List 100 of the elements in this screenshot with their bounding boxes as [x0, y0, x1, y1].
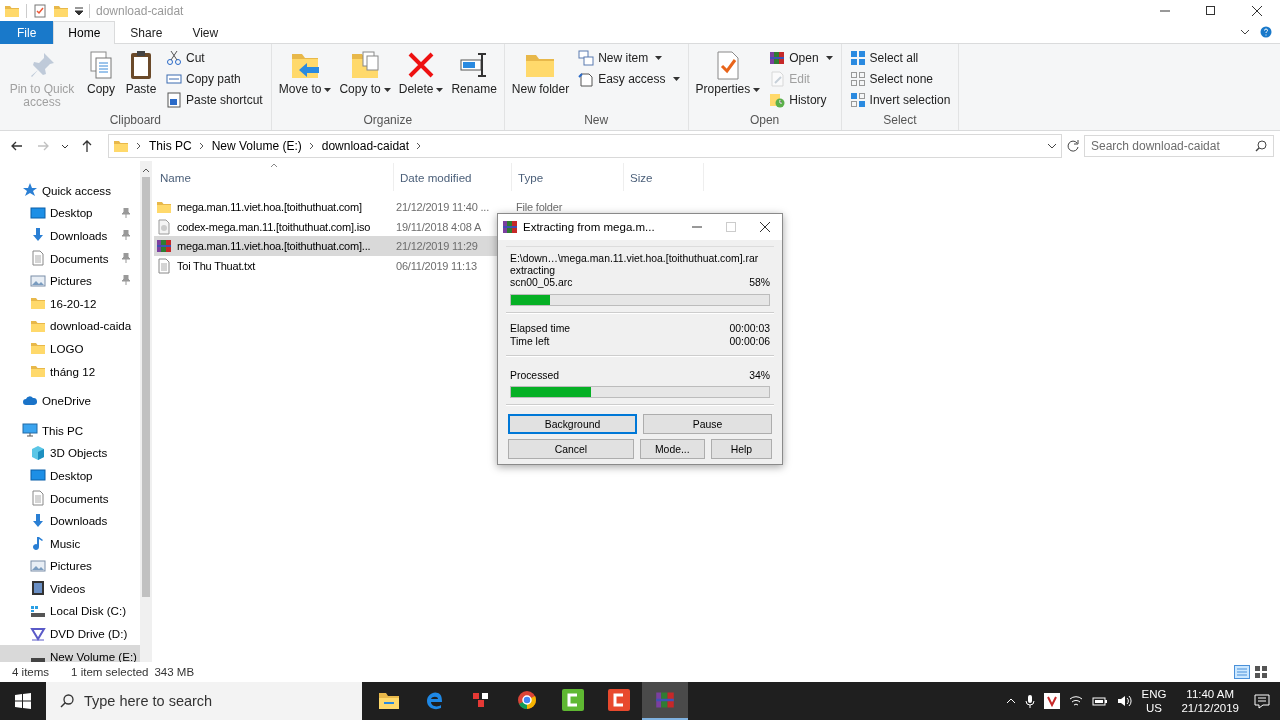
taskbar-search-field[interactable]: Type here to search [46, 682, 362, 720]
ribbon-button[interactable]: Paste [122, 47, 160, 112]
sidebar-item[interactable]: Downloads [0, 509, 140, 532]
maximize-icon [726, 222, 736, 232]
document-icon [30, 490, 46, 506]
ribbon-button[interactable]: Rename [448, 47, 500, 112]
date-modified: 06/11/2019 11:13 [396, 259, 477, 272]
sidebar-item[interactable]: Pictures [0, 554, 140, 578]
sidebar-item[interactable]: Quick access [0, 179, 140, 202]
ribbon-button[interactable]: Copy to [336, 47, 394, 112]
sidebar-item[interactable]: DVD Drive (D:) [0, 622, 140, 645]
group-label: Select [882, 112, 918, 129]
dialog-button[interactable]: Help [710, 439, 772, 459]
close-icon [760, 222, 770, 232]
column-header[interactable]: Size [624, 163, 704, 191]
c-logo-icon [562, 689, 584, 711]
ribbon-button[interactable]: Delete [395, 47, 447, 112]
sidebar-item[interactable]: Music [0, 531, 140, 555]
sidebar-item[interactable]: 16-20-12 [0, 291, 140, 315]
sidebar-item[interactable]: Videos [0, 577, 140, 600]
file-name: mega.man.11.viet.hoa.[toithuthuat.com]... [177, 240, 371, 253]
window-title: download-caidat [96, 3, 184, 18]
file-row[interactable]: mega.man.11.viet.hoa.[toithuthuat.com] 21/12/2019 11:40 ... File folder [154, 197, 754, 217]
scrollbar-thumb[interactable] [142, 177, 150, 597]
date-modified: 19/11/2018 4:08 A [396, 220, 482, 233]
sidebar-item[interactable]: Desktop [0, 201, 140, 225]
sidebar-item[interactable]: Documents [0, 246, 140, 270]
drive-icon [30, 603, 46, 619]
invert-selection-icon [849, 91, 866, 108]
dialog-button[interactable]: Background [508, 414, 637, 434]
maximize-icon [1206, 5, 1216, 16]
ribbon-button[interactable]: Copy [82, 47, 120, 112]
ribbon-tab[interactable]: Home [53, 21, 116, 44]
ribbon-button[interactable]: Invert selection [845, 89, 955, 110]
time-label: Elapsed time [510, 322, 571, 335]
close-icon [1252, 5, 1262, 16]
help-icon [1260, 26, 1272, 38]
ribbon-button[interactable]: Open [765, 47, 837, 68]
ribbon-button[interactable]: Move to [275, 47, 335, 112]
ribbon-button[interactable]: Select all [845, 47, 955, 68]
dialog-button[interactable]: Cancel [508, 439, 634, 459]
breadcrumb-item[interactable]: This PC [149, 139, 192, 153]
dialog-title: Extracting from mega.m... [523, 221, 656, 233]
ribbon-tab[interactable]: File [0, 21, 54, 44]
file-name: codex-mega.man.11.[toithuthuat.com].iso [177, 220, 371, 233]
folder-icon [378, 690, 400, 710]
date-modified: 21/12/2019 11:40 ... [396, 200, 490, 213]
ribbon-button[interactable]: Paste shortcut [162, 89, 267, 110]
time-label: Time left [510, 336, 550, 349]
ribbon-button[interactable]: Properties [692, 47, 764, 112]
details-view-icon [1234, 665, 1250, 679]
sidebar-item[interactable]: This PC [0, 418, 140, 442]
address-bar[interactable]: This PC New Volume (E:) download-caidat [108, 134, 1062, 158]
dialog-button[interactable]: Mode... [639, 439, 705, 459]
sidebar-item[interactable]: Downloads [0, 224, 140, 247]
ribbon-button[interactable]: Cut [162, 47, 267, 68]
ribbon-button[interactable]: Easy access [574, 68, 684, 89]
dialog-button[interactable]: Pause [643, 414, 772, 434]
folder-icon [30, 340, 46, 357]
show-hidden-icons-icon [1005, 697, 1016, 705]
sidebar-item[interactable]: Documents [0, 486, 140, 510]
wifi-icon [1068, 695, 1083, 707]
sidebar-item[interactable]: 3D Objects [0, 441, 140, 465]
column-header[interactable]: Name [154, 163, 394, 191]
time-value: 00:00:03 [729, 322, 770, 335]
shortcut-icon [166, 91, 182, 108]
search-field[interactable]: Search download-caidat [1084, 135, 1274, 157]
sidebar-item[interactable]: Desktop [0, 464, 140, 487]
breadcrumb-item[interactable]: download-caidat [321, 139, 410, 153]
sidebar-item[interactable]: Local Disk (C:) [0, 599, 140, 623]
c-logo-icon [608, 689, 630, 711]
disc-file-icon [156, 218, 172, 235]
speaker-icon [1116, 694, 1133, 708]
ribbon-button[interactable]: New item [574, 47, 684, 68]
ribbon-button[interactable]: Copy path [162, 68, 267, 89]
pin-icon [121, 252, 130, 263]
ribbon-button[interactable]: Select none [845, 68, 955, 89]
battery-icon [1091, 696, 1108, 706]
pin-icon [121, 207, 130, 218]
ribbon-button[interactable]: New folder [508, 47, 573, 112]
sidebar-item[interactable]: LOGO [0, 337, 140, 360]
large-icons-view-icon [1254, 665, 1268, 679]
column-header[interactable]: Type [512, 163, 624, 191]
breadcrumb-item[interactable]: New Volume (E:) [211, 139, 302, 153]
sidebar-item[interactable]: tháng 12 [0, 359, 140, 383]
sidebar-item[interactable]: OneDrive [0, 389, 140, 412]
caret-icon [825, 55, 833, 60]
ribbon-tab[interactable]: View [177, 21, 234, 44]
ribbon-button[interactable]: History [765, 89, 837, 110]
file-name: Toi Thu Thuat.txt [177, 259, 256, 272]
drive-icon [30, 657, 46, 662]
sidebar-item[interactable]: Pictures [0, 269, 140, 292]
download-arrow-icon [30, 512, 46, 529]
clock-date: 21/12/2019 [1181, 701, 1239, 715]
selection-size: 343 MB [154, 666, 195, 678]
ribbon-tab[interactable]: Share [115, 21, 178, 44]
customize-caret-icon [75, 6, 83, 15]
sidebar-item[interactable]: download-caida [0, 314, 140, 338]
column-header[interactable]: Date modified [394, 163, 512, 191]
picture-icon [30, 272, 46, 289]
